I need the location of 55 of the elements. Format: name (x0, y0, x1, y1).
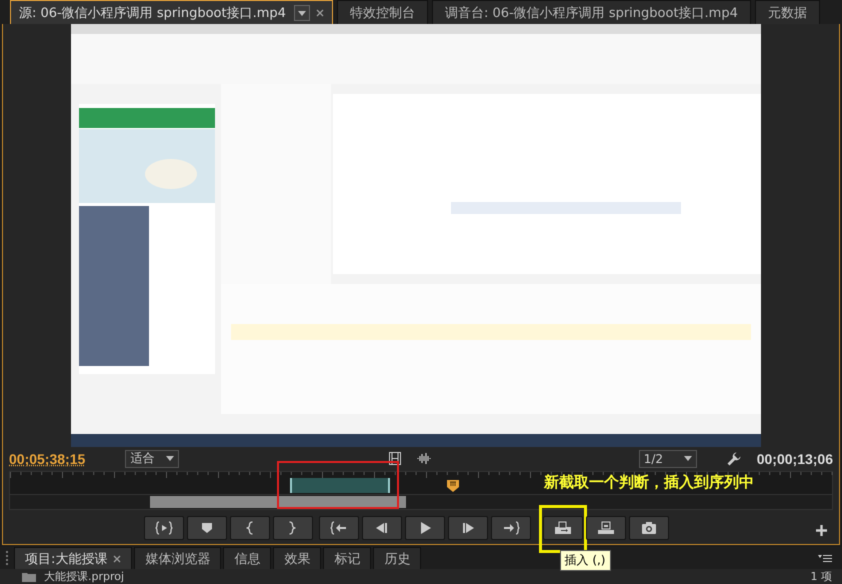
duration-timecode: 00;00;13;06 (756, 450, 833, 467)
grip-icon[interactable] (6, 551, 10, 565)
annotation-text: 新截取一个判断，插入到序列中 (544, 473, 754, 492)
mark-in-button[interactable] (230, 516, 270, 540)
panel-tab[interactable]: 标记 (323, 547, 372, 569)
step-back-button[interactable] (362, 516, 402, 540)
overwrite-button[interactable] (586, 516, 626, 540)
mark-in-icon (246, 521, 253, 536)
camera-button[interactable] (628, 516, 668, 540)
close-icon[interactable] (316, 8, 324, 16)
clip-range[interactable] (290, 478, 390, 494)
tooltip: 插入 (,) (560, 550, 610, 572)
panel-tab[interactable]: 特效控制台 (336, 0, 428, 24)
go-to-out-button[interactable] (490, 516, 530, 540)
mark-out-icon (289, 521, 296, 536)
play-button[interactable] (404, 516, 444, 540)
go-to-in-button[interactable] (318, 516, 358, 540)
step-forward-button[interactable] (448, 516, 488, 540)
panel-tab[interactable]: 媒体浏览器 (134, 547, 222, 569)
close-icon[interactable] (113, 554, 122, 562)
scrollbar-thumb[interactable] (150, 496, 406, 508)
wrench-icon[interactable] (726, 452, 741, 466)
overwrite-icon (596, 521, 614, 536)
zoom-scrollbar[interactable] (9, 495, 833, 510)
dropdown-icon[interactable] (294, 4, 310, 20)
panel-tab[interactable]: 源: 06-微信小程序调用 springboot接口.mp4 (10, 0, 333, 24)
go-to-out-icon (502, 521, 520, 536)
add-icon[interactable] (816, 525, 827, 536)
item-count: 1 项 (810, 570, 832, 583)
marker-button[interactable] (186, 516, 226, 540)
waveform-icon[interactable] (416, 453, 431, 464)
folder-icon (22, 572, 36, 582)
camera-icon (640, 521, 658, 536)
current-timecode[interactable]: 00;05;38;15 (9, 450, 86, 467)
panel-tab[interactable]: 历史 (373, 547, 422, 569)
mark-in-out-icon (154, 521, 172, 536)
film-icon[interactable] (388, 452, 401, 466)
go-to-in-icon (330, 521, 348, 536)
time-ruler[interactable]: 新截取一个判断，插入到序列中 (9, 471, 833, 496)
panel-tab[interactable]: 项目:大能授课 (14, 547, 132, 569)
insert-icon (554, 521, 572, 536)
caret-icon (684, 456, 692, 462)
zoom-dropdown[interactable]: 适合 (125, 450, 180, 468)
mark-out-button[interactable] (272, 516, 312, 540)
playhead-icon[interactable] (447, 480, 459, 492)
panel-tab[interactable]: 调音台: 06-微信小程序调用 springboot接口.mp4 (432, 0, 751, 24)
caret-icon (166, 456, 174, 462)
resolution-dropdown[interactable]: 1/2 (638, 450, 697, 468)
panel-menu-icon[interactable] (818, 554, 832, 562)
mark-in-out-button[interactable] (144, 516, 184, 540)
panel-tab[interactable]: 效果 (273, 547, 322, 569)
insert-button[interactable] (542, 516, 582, 540)
panel-tab[interactable]: 信息 (223, 547, 272, 569)
panel-tab[interactable]: 元数据 (754, 0, 820, 24)
project-name[interactable]: 大能授课.prproj (44, 570, 124, 583)
